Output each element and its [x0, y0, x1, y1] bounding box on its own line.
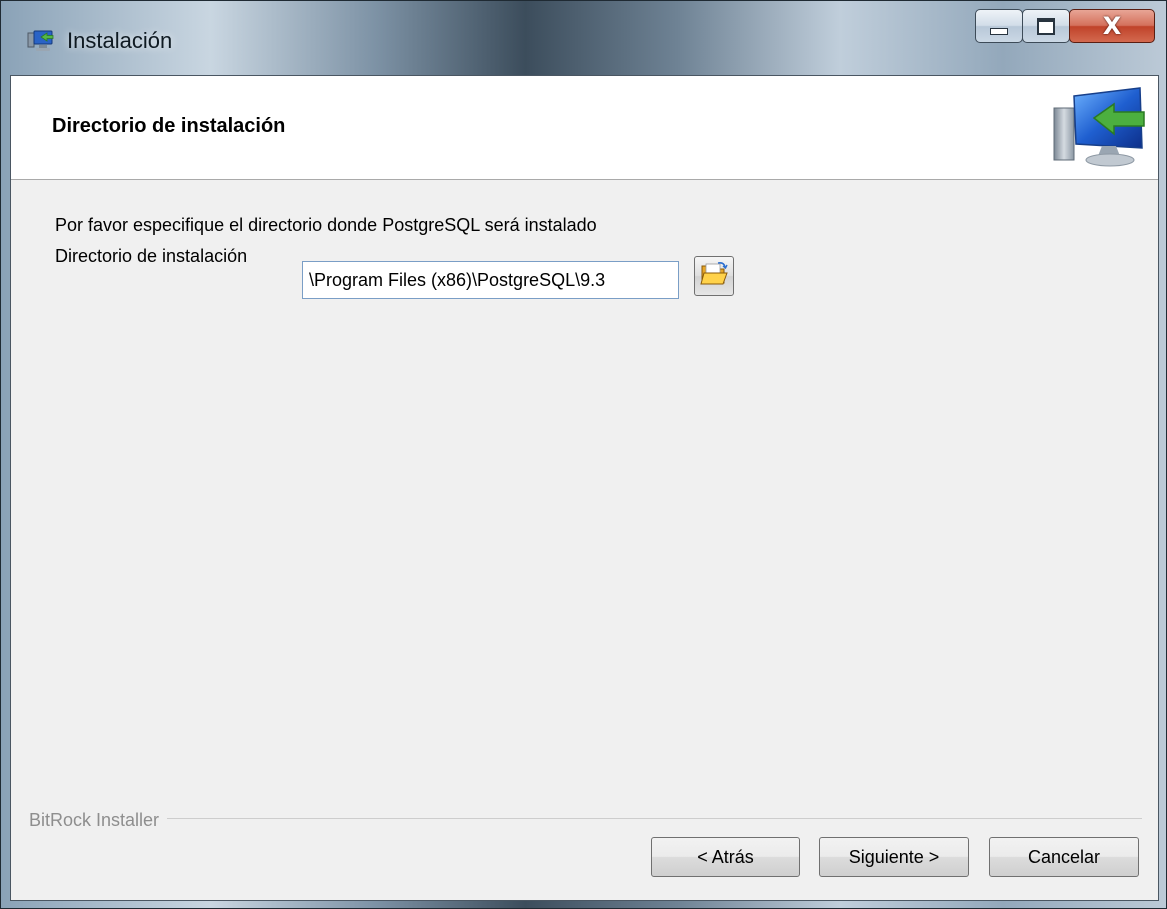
close-button[interactable]: X [1069, 9, 1155, 43]
title-bar[interactable]: Instalación X [1, 1, 1166, 75]
minimize-button[interactable] [975, 9, 1023, 43]
install-dir-input[interactable] [302, 261, 679, 299]
folder-open-icon [700, 261, 728, 292]
app-icon [27, 29, 55, 53]
page-header: Directorio de instalación [11, 76, 1158, 180]
next-button[interactable]: Siguiente > [819, 837, 969, 877]
close-icon: X [1102, 12, 1122, 40]
installer-brand-label: BitRock Installer [29, 810, 168, 831]
window-controls: X [975, 9, 1155, 45]
install-dir-label: Directorio de instalación [55, 246, 248, 266]
footer-divider [29, 818, 1142, 819]
page-title: Directorio de instalación [52, 115, 286, 137]
instruction-text: Por favor especifique el directorio dond… [55, 215, 597, 235]
dialog-content: Directorio de instalación Por favor espe… [10, 75, 1159, 901]
back-button[interactable]: < Atrás [651, 837, 800, 877]
cancel-button[interactable]: Cancelar [989, 837, 1139, 877]
maximize-button[interactable] [1022, 9, 1070, 43]
installer-window: Instalación X Directorio de instalación [0, 0, 1167, 909]
minimize-icon [990, 27, 1008, 35]
window-title: Instalación [67, 28, 173, 53]
browse-button[interactable] [694, 256, 734, 296]
maximize-icon [1037, 17, 1055, 35]
install-computer-icon [1042, 82, 1152, 172]
